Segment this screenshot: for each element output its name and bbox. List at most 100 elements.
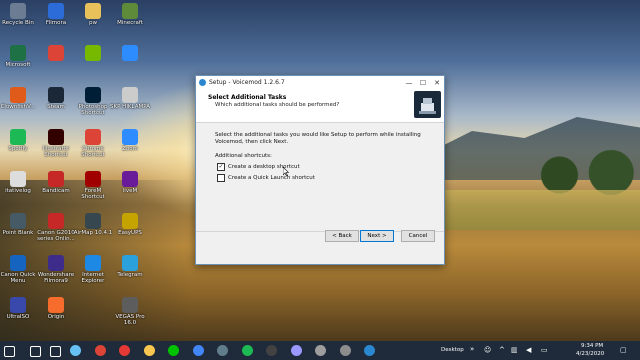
desktop-shortcut[interactable] <box>73 294 113 334</box>
desktop-shortcut[interactable]: Internet Explorer <box>73 252 113 292</box>
blank-icon <box>85 297 101 313</box>
canon-icon <box>10 255 26 271</box>
setup-dialog: Setup - Voicemod 1.2.6.7 — ☐ ✕ Select Ad… <box>195 75 445 265</box>
desktop-shortcut[interactable]: ForeM Shortcut <box>73 168 113 208</box>
desktop: Recycle Bin Filmora pw Minecraft Microsoft Cl… <box>0 0 640 341</box>
network-icon[interactable]: ▥ <box>511 346 518 354</box>
shortcuts-label: Additional shortcuts: <box>215 153 272 159</box>
desktop-shortcut[interactable]: Telegram <box>110 252 150 292</box>
close-button[interactable]: ✕ <box>430 79 444 87</box>
desktop-shortcut[interactable] <box>73 42 113 82</box>
desktop-shortcut[interactable]: Canon Quick Menu <box>0 252 38 292</box>
desktop-shortcut[interactable] <box>36 42 76 82</box>
back-button[interactable]: < Back <box>325 230 359 242</box>
tray-arrow-icon[interactable]: » <box>470 345 474 353</box>
file-explorer-icon[interactable] <box>143 345 155 356</box>
ie-icon <box>85 255 101 271</box>
zoom-icon <box>122 129 138 145</box>
steam-icon <box>48 87 64 103</box>
obs-icon[interactable] <box>266 345 277 356</box>
bandicam-icon <box>48 171 64 187</box>
desktop-shortcut[interactable]: Recycle Bin <box>0 0 38 40</box>
desktop-shortcut-label: ClownfishV... <box>0 104 36 110</box>
desktop-shortcut[interactable]: Point Blank <box>0 210 38 250</box>
desktop-shortcut[interactable]: Microsoft <box>0 42 38 82</box>
clownfish-icon <box>10 87 26 103</box>
taskbar: Desktop » ☺ ^ ▥ ◀ ▭ 9:34 PM 4/23/2020 ▢ <box>0 341 640 360</box>
desktop-shortcut[interactable]: ClownfishV... <box>0 84 38 124</box>
desktop-shortcut[interactable]: Minecraft <box>110 0 150 40</box>
chrome-icon <box>85 129 101 145</box>
vegas-icon <box>122 297 138 313</box>
desktop-shortcut[interactable]: VEGAS Pro 16.0 <box>110 294 150 334</box>
desktop-shortcut[interactable]: UltraISO <box>0 294 38 334</box>
spotify-icon[interactable] <box>241 345 253 356</box>
app-icon[interactable] <box>217 345 228 356</box>
dialog-body: Select the additional tasks you would li… <box>196 123 444 248</box>
desktop-shortcut-label: Filmora <box>45 20 67 26</box>
desktop-shortcut-label: pw <box>89 20 97 26</box>
quick-launch-shortcut-option[interactable]: Create a Quick Launch shortcut <box>217 174 315 182</box>
maximize-button[interactable]: ☐ <box>416 79 430 87</box>
notification-icon[interactable]: ▢ <box>620 346 627 354</box>
minimize-button[interactable]: — <box>402 79 416 87</box>
people-icon[interactable]: ☺ <box>484 346 491 354</box>
chrome-icon <box>48 45 64 61</box>
desktop-shortcut-label: liveM <box>122 188 138 194</box>
chrome-icon[interactable] <box>192 345 204 356</box>
desktop-shortcut[interactable]: Chrome Shortcut <box>73 126 113 166</box>
start-icon[interactable] <box>4 346 15 357</box>
desktop-shortcut[interactable]: itativelog <box>0 168 38 208</box>
desktop-shortcut[interactable]: Steam <box>36 84 76 124</box>
steam-icon[interactable] <box>70 345 81 356</box>
desktop-shortcut[interactable]: SKP HIKLAMPA <box>110 84 150 124</box>
vegas-icon[interactable] <box>339 345 351 356</box>
description-text: Select the additional tasks you would li… <box>215 132 421 145</box>
dialog-titlebar[interactable]: Setup - Voicemod 1.2.6.7 — ☐ ✕ <box>196 76 444 89</box>
dialog-title: Setup - Voicemod 1.2.6.7 <box>209 79 285 86</box>
line-icon[interactable] <box>168 345 179 356</box>
folder-icon <box>85 3 101 19</box>
file-icon <box>10 171 26 187</box>
desktop-shortcut[interactable]: Wondershare Filmora9 <box>36 252 76 292</box>
desktop-shortcut[interactable]: EasyUPS <box>110 210 150 250</box>
desktop-shortcut-checkbox[interactable]: ✓ <box>217 163 225 171</box>
cancel-button[interactable]: Cancel <box>401 230 435 242</box>
ultraiso-icon <box>10 297 26 313</box>
desktop-shortcut[interactable]: Zoom <box>110 126 150 166</box>
premiere-icon[interactable] <box>290 345 302 356</box>
clock-time[interactable]: 9:34 PM <box>581 343 603 349</box>
desktop-shortcut[interactable]: pw <box>73 0 113 40</box>
voicemod-icon <box>199 79 206 86</box>
desktop-shortcut[interactable]: Filmora <box>36 0 76 40</box>
language-icon[interactable]: ▭ <box>541 346 548 354</box>
desktop-shortcut-label: Photoshop Shortcut <box>78 104 108 116</box>
canon-icon <box>48 213 64 229</box>
task-view-icon[interactable] <box>50 346 61 357</box>
desktop-shortcut[interactable]: AirMap 10.4.1 <box>73 210 113 250</box>
desktop-shortcut-label: Wondershare Filmora9 <box>37 272 75 284</box>
app-icon[interactable] <box>315 345 326 356</box>
chrome-icon[interactable] <box>94 345 106 356</box>
voicemod-icon[interactable] <box>364 345 375 356</box>
desktop-shortcut[interactable]: liveM <box>110 168 150 208</box>
header-title: Select Additional Tasks <box>208 94 287 101</box>
search-icon[interactable] <box>30 346 41 357</box>
desktop-shortcut[interactable]: Illustrator Shortcut <box>36 126 76 166</box>
excel-icon <box>10 45 26 61</box>
desktop-shortcut[interactable]: Photoshop Shortcut <box>73 84 113 124</box>
volume-icon[interactable]: ◀ <box>526 346 531 354</box>
chevron-up-icon[interactable]: ^ <box>499 346 505 354</box>
desktop-shortcut[interactable]: Bandicam <box>36 168 76 208</box>
desktop-toolbar-label[interactable]: Desktop <box>441 347 464 353</box>
desktop-shortcut[interactable]: Canon G2010 series Onlin... <box>36 210 76 250</box>
desktop-shortcut[interactable]: Spotify <box>0 126 38 166</box>
desktop-shortcut[interactable]: Origin <box>36 294 76 334</box>
mouse-cursor-icon <box>283 167 289 176</box>
next-button[interactable]: Next > <box>360 230 394 242</box>
quick-launch-checkbox[interactable] <box>217 174 225 182</box>
desktop-shortcut[interactable] <box>110 42 150 82</box>
app-icon[interactable] <box>119 345 130 356</box>
desktop-shortcut-label: itativelog <box>5 188 31 194</box>
clock-date[interactable]: 4/23/2020 <box>576 351 604 357</box>
